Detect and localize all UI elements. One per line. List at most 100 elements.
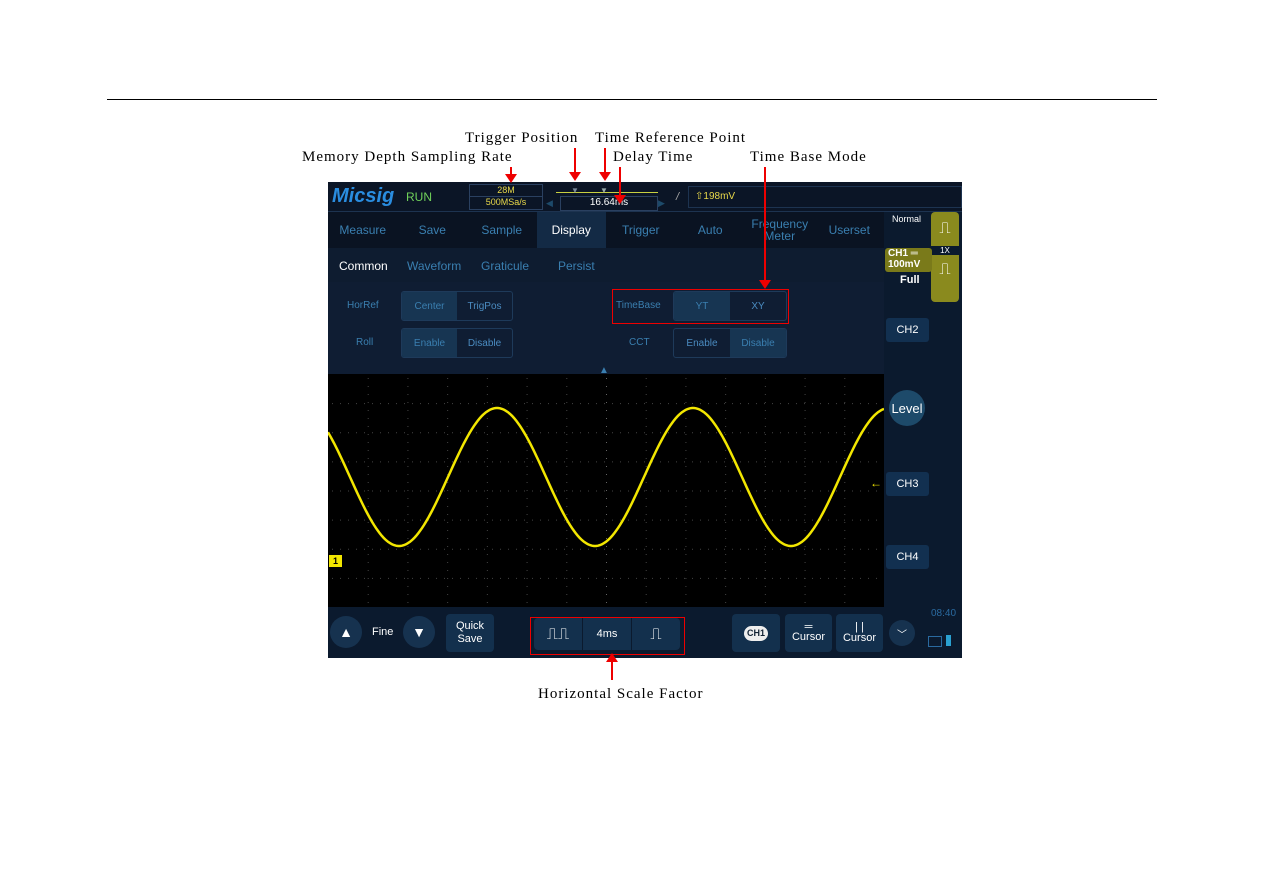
grid-dot — [606, 522, 607, 523]
grid-dot — [645, 586, 647, 587]
trigger-mode[interactable]: Normal — [892, 214, 921, 224]
grid-dot — [407, 506, 409, 507]
quick-save-button[interactable]: Quick Save — [446, 614, 494, 652]
sample-rate[interactable]: 500MSa/s — [469, 196, 543, 210]
tab-graticule[interactable]: Graticule — [481, 259, 529, 273]
grid-dot — [645, 490, 647, 491]
channel-select-button[interactable]: CH1 — [732, 614, 780, 652]
grid-dot — [447, 586, 449, 587]
menu-trigger[interactable]: Trigger — [606, 212, 676, 248]
grid-dot — [532, 490, 533, 492]
grid-dot — [404, 403, 405, 405]
grid-dot — [645, 458, 647, 459]
grid-dot — [685, 546, 687, 547]
roll-disable[interactable]: Disable — [457, 329, 512, 357]
grid-dot — [700, 432, 701, 434]
grid-dot — [685, 458, 687, 459]
menu-frequency-meter[interactable]: Frequency Meter — [745, 212, 815, 248]
grid-dot — [844, 586, 846, 587]
horref-trigpos[interactable]: TrigPos — [457, 292, 512, 320]
trigger-edge-selector[interactable]: ⎍ 1X ⎍ — [931, 212, 959, 302]
trigger-slope[interactable]: / — [676, 191, 679, 203]
grid-dot — [644, 403, 645, 405]
grid-dot — [724, 432, 725, 434]
grid-dot — [526, 554, 528, 555]
delay-right-icon[interactable]: ▶ — [658, 198, 665, 209]
grid-dot — [367, 394, 369, 395]
vertical-cursor-button[interactable]: | | Cursor — [836, 614, 883, 652]
delay-left-icon[interactable]: ◀ — [546, 198, 553, 209]
grid-dot — [486, 450, 488, 451]
menu-userset[interactable]: Userset — [815, 212, 885, 248]
grid-dot — [468, 577, 469, 579]
ch2-button[interactable]: CH2 — [886, 318, 929, 342]
grid-dot — [645, 530, 647, 531]
grid-dot — [725, 522, 727, 523]
grid-dot — [844, 519, 845, 521]
grid-dot — [367, 506, 369, 507]
grid-dot — [420, 548, 421, 550]
grid-dot — [428, 577, 429, 579]
menu-measure[interactable]: Measure — [328, 212, 398, 248]
grid-dot — [685, 594, 687, 595]
grid-dot — [447, 538, 449, 539]
grid-dot — [876, 403, 877, 405]
menu-auto[interactable]: Auto — [676, 212, 746, 248]
waveform-display[interactable]: 1 — [328, 374, 885, 607]
bandwidth-limit[interactable]: Full — [900, 274, 920, 286]
delay-time[interactable]: 16.64ms — [560, 196, 658, 211]
grid-dot — [708, 519, 709, 521]
ch4-button[interactable]: CH4 — [886, 545, 929, 569]
timebase-highlight — [612, 289, 789, 324]
grid-dot — [804, 442, 806, 443]
fine-label[interactable]: Fine — [372, 626, 393, 638]
cct-disable[interactable]: Disable — [730, 329, 786, 357]
grid-dot — [645, 570, 647, 571]
grid-dot — [566, 482, 568, 483]
grid-dot — [566, 514, 568, 515]
grid-dot — [852, 577, 853, 579]
level-knob[interactable]: Level — [889, 390, 925, 426]
grid-dot — [564, 519, 565, 521]
grid-dot — [566, 402, 568, 403]
up-button[interactable]: ▲ — [330, 616, 362, 648]
grid-dot — [685, 474, 687, 475]
tab-common[interactable]: Common — [339, 259, 388, 273]
ch1-marker[interactable]: 1 — [329, 555, 342, 567]
grid-dot — [804, 530, 806, 531]
roll-enable[interactable]: Enable — [402, 329, 457, 357]
down-button[interactable]: ▼ — [403, 616, 435, 648]
ch1-trigger-level-arrow[interactable]: ← — [870, 476, 882, 490]
grid-dot — [566, 498, 568, 499]
grid-dot — [452, 577, 453, 579]
menu-display[interactable]: Display — [536, 212, 606, 248]
grid-dot — [436, 519, 437, 521]
ch1-scale-button[interactable]: CH1 ═ 100mV — [885, 248, 932, 272]
grid-dot — [612, 490, 613, 492]
grid-dot — [868, 548, 869, 550]
grid-dot — [668, 519, 669, 521]
run-state[interactable]: RUN — [406, 190, 432, 204]
menu-sample[interactable]: Sample — [467, 212, 537, 248]
grid-dot — [540, 519, 541, 521]
trigger-level[interactable]: ⇧198mV — [688, 186, 962, 208]
grid-dot — [606, 570, 607, 571]
grid-dot — [764, 432, 765, 434]
grid-dot — [628, 461, 629, 463]
grid-dot — [620, 461, 621, 463]
grid-dot — [367, 418, 369, 419]
cct-enable[interactable]: Enable — [674, 329, 730, 357]
ch3-button[interactable]: CH3 — [886, 472, 929, 496]
tab-waveform[interactable]: Waveform — [407, 259, 461, 273]
menu-save[interactable]: Save — [398, 212, 468, 248]
grid-dot — [447, 378, 449, 379]
tab-persist[interactable]: Persist — [558, 259, 595, 273]
probe-ratio[interactable]: 1X — [931, 246, 959, 255]
horizontal-cursor-button[interactable]: ═ Cursor — [785, 614, 832, 652]
grid-dot — [804, 394, 806, 395]
grid-dot — [332, 432, 333, 434]
grid-dot — [732, 403, 733, 405]
grid-dot — [772, 432, 773, 434]
expand-menu-button[interactable]: ﹀ — [889, 620, 915, 646]
horref-center[interactable]: Center — [402, 292, 457, 320]
